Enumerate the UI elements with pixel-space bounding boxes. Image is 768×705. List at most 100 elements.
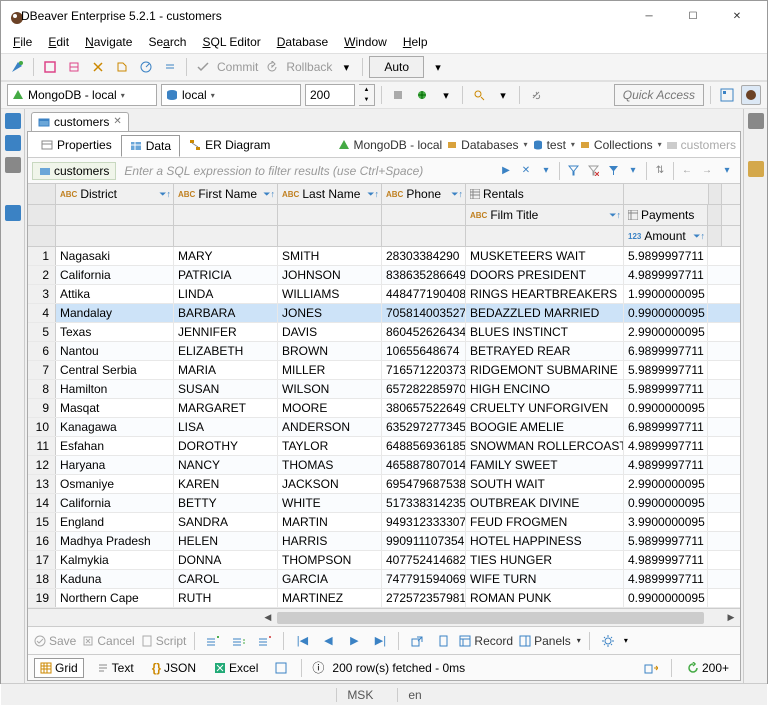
col-amount[interactable]: 123Amount⏷↑ (624, 226, 708, 246)
apply-filter-icon[interactable]: ▶ (497, 162, 515, 180)
rollback-label[interactable]: Rollback (286, 60, 332, 74)
next-page-icon[interactable]: ▶ (344, 631, 364, 651)
col-film-title[interactable]: ABCFilm Title⏷↑ (466, 205, 624, 225)
minimize-button[interactable]: ─ (627, 1, 671, 31)
filter-remove-icon[interactable] (584, 162, 602, 180)
table-row[interactable]: 1NagasakiMARYSMITH28303384290MUSKETEERS … (28, 247, 740, 266)
filter-settings-icon[interactable] (564, 162, 582, 180)
txn-mode-icon[interactable]: ▾ (336, 57, 356, 77)
debug-dd-icon[interactable]: ▾ (436, 85, 456, 105)
schema-combo[interactable]: local▾ (161, 84, 301, 106)
export-icon[interactable] (407, 631, 427, 651)
view-more-icon[interactable] (271, 658, 291, 678)
menu-sql-editor[interactable]: SQL Editor (196, 33, 266, 51)
recent-sql-icon[interactable] (64, 57, 84, 77)
table-row[interactable]: 10KanagawaLISAANDERSON635297277345BOOGIE… (28, 418, 740, 437)
filter-history-icon[interactable]: ▾ (537, 162, 555, 180)
key-icon[interactable] (748, 161, 764, 177)
crumb-collections[interactable]: Collections▾ (579, 138, 662, 152)
col-group-payments-label[interactable]: Payments (624, 205, 708, 225)
last-page-icon[interactable]: ▶| (370, 631, 390, 651)
transaction-log-icon[interactable] (136, 57, 156, 77)
menu-window[interactable]: Window (338, 33, 393, 51)
col-last-name[interactable]: ABCLast Name⏷↑ (278, 184, 382, 204)
close-tab-icon[interactable]: ✕ (113, 116, 121, 127)
status-lang[interactable]: en (397, 688, 431, 702)
debug-icon[interactable] (412, 85, 432, 105)
table-row[interactable]: 8HamiltonSUSANWILSON657282285970HIGH ENC… (28, 380, 740, 399)
spinner-buttons[interactable]: ▲▼ (359, 84, 375, 106)
crumb-databases[interactable]: Databases▾ (446, 138, 527, 152)
rollback-icon[interactable] (262, 57, 282, 77)
table-row[interactable]: 18KadunaCAROLGARCIA747791594069WIFE TURN… (28, 570, 740, 589)
status-timezone[interactable]: MSK (336, 688, 383, 702)
outline-icon[interactable] (748, 113, 764, 129)
perspective-db-icon[interactable] (717, 85, 737, 105)
save-button[interactable]: Save (34, 634, 76, 648)
table-chip[interactable]: customers (32, 162, 116, 180)
clear-filter-icon[interactable]: ✕ (517, 162, 535, 180)
rows-limit-input[interactable]: 200 (305, 84, 355, 106)
perspective-dbeaver-icon[interactable] (741, 85, 761, 105)
nav-databases-icon[interactable] (5, 113, 21, 129)
table-row[interactable]: 5TexasJENNIFERDAVIS860452626434BLUES INS… (28, 323, 740, 342)
table-row[interactable]: 16Madhya PradeshHELENHARRIS990911107354H… (28, 532, 740, 551)
nav-bookmarks-icon[interactable] (5, 157, 21, 173)
row-number-header[interactable] (28, 184, 56, 204)
new-connection-icon[interactable] (7, 57, 27, 77)
crumb-datasource[interactable]: MongoDB - local (338, 138, 442, 152)
menu-edit[interactable]: Edit (42, 33, 75, 51)
add-row-icon[interactable] (203, 631, 223, 651)
cancel-button[interactable]: Cancel (82, 634, 134, 648)
close-button[interactable]: ✕ (715, 1, 759, 31)
table-row[interactable]: 13OsmaniyeKARENJACKSON695479687538SOUTH … (28, 475, 740, 494)
data-rows[interactable]: 1NagasakiMARYSMITH28303384290MUSKETEERS … (28, 247, 740, 608)
table-row[interactable]: 15EnglandSANDRAMARTIN949312333307FEUD FR… (28, 513, 740, 532)
auto-commit-button[interactable]: Auto (369, 56, 424, 78)
refresh-button[interactable]: 200+ (682, 659, 734, 677)
view-grid[interactable]: Grid (34, 658, 84, 678)
search-icon[interactable] (469, 85, 489, 105)
duplicate-row-icon[interactable] (229, 631, 249, 651)
table-row[interactable]: 14CaliforniaBETTYWHITE517338314235OUTBRE… (28, 494, 740, 513)
table-row[interactable]: 11EsfahanDOROTHYTAYLOR648856936185SNOWMA… (28, 437, 740, 456)
menu-navigate[interactable]: Navigate (79, 33, 138, 51)
menu-database[interactable]: Database (271, 33, 334, 51)
menu-help[interactable]: Help (397, 33, 434, 51)
col-group-rentals[interactable]: Rentals (466, 184, 624, 204)
subtab-er[interactable]: ER Diagram (180, 134, 279, 156)
horizontal-scrollbar[interactable]: ◀▶ (28, 608, 740, 626)
prev-page-icon[interactable]: ◀ (318, 631, 338, 651)
tab-customers[interactable]: customers ✕ (31, 112, 129, 131)
settings-icon[interactable] (598, 631, 618, 651)
col-group-payments[interactable] (624, 184, 708, 204)
quick-access[interactable]: Quick Access (614, 84, 704, 106)
table-row[interactable]: 17KalmykiaDONNATHOMPSON407752414682TIES … (28, 551, 740, 570)
col-phone[interactable]: ABCPhone⏷↑ (382, 184, 466, 204)
view-excel[interactable]: Excel (209, 659, 263, 677)
view-text[interactable]: Text (92, 659, 139, 677)
table-row[interactable]: 2CaliforniaPATRICIAJOHNSON838635286649DO… (28, 266, 740, 285)
col-district[interactable]: ABCDistrict⏷↑ (56, 184, 174, 204)
table-row[interactable]: 3AttikaLINDAWILLIAMS448477190408RINGS HE… (28, 285, 740, 304)
table-row[interactable]: 6NantouELIZABETHBROWN10655648674BETRAYED… (28, 342, 740, 361)
commit-label[interactable]: Commit (217, 60, 258, 74)
nav-fwd-icon[interactable]: → (698, 162, 716, 180)
table-row[interactable]: 7Central SerbiaMARIAMILLER716571220373RI… (28, 361, 740, 380)
table-row[interactable]: 12HaryanaNANCYTHOMAS465887807014FAMILY S… (28, 456, 740, 475)
maximize-button[interactable]: ☐ (671, 1, 715, 31)
import-icon[interactable] (433, 631, 453, 651)
filter-custom-icon[interactable] (604, 162, 622, 180)
delete-row-icon[interactable] (255, 631, 275, 651)
table-row[interactable]: 9MasqatMARGARETMOORE380657522649CRUELTY … (28, 399, 740, 418)
subtab-properties[interactable]: Properties (32, 134, 121, 156)
export-data-icon[interactable] (641, 658, 661, 678)
stop-icon[interactable] (388, 85, 408, 105)
crumb-db[interactable]: test▾ (532, 138, 575, 152)
sql-dropdown-icon[interactable] (160, 57, 180, 77)
open-script-icon[interactable] (112, 57, 132, 77)
first-page-icon[interactable]: |◀ (292, 631, 312, 651)
new-sql-icon[interactable] (40, 57, 60, 77)
filter-dd-icon[interactable]: ▾ (624, 162, 642, 180)
search-dd-icon[interactable]: ▾ (493, 85, 513, 105)
